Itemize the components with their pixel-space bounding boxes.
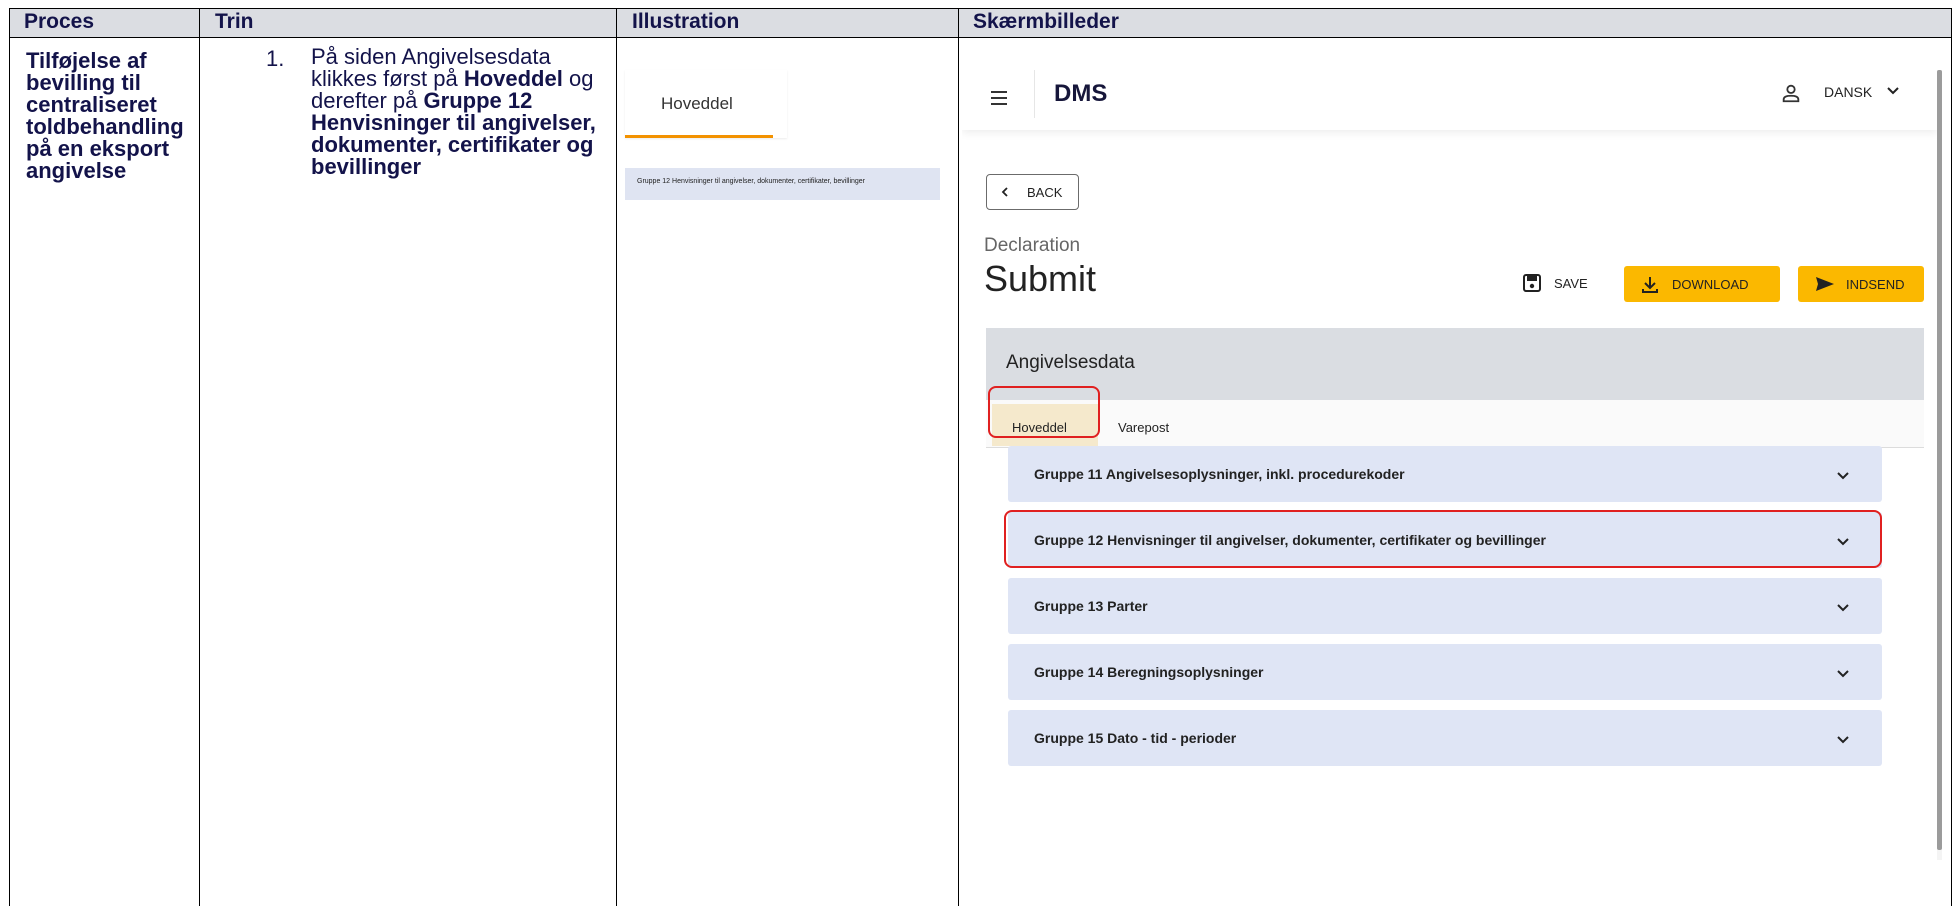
illustration-tab-label: Hoveddel: [661, 94, 733, 113]
back-button[interactable]: BACK: [986, 174, 1079, 210]
user-icon[interactable]: [1780, 82, 1802, 104]
column-divider-3: [958, 8, 959, 906]
save-icon: [1523, 274, 1541, 292]
table-border-top: [9, 8, 1952, 9]
save-label: SAVE: [1554, 276, 1588, 291]
save-button[interactable]: SAVE: [1514, 266, 1594, 300]
chevron-down-icon: [1837, 472, 1849, 480]
app-title: DMS: [1054, 80, 1108, 107]
dms-app-screenshot: DMS DANSK BACK Declaration Submit SAVE D…: [962, 70, 1942, 860]
step-number: 1.: [266, 46, 285, 71]
highlight-outline-hoveddel: [988, 386, 1100, 438]
column-divider-2: [616, 8, 617, 906]
chevron-down-icon: [1837, 736, 1849, 744]
chevron-down-icon[interactable]: [1886, 84, 1900, 98]
accordion-gruppe-11[interactable]: Gruppe 11 Angivelsesoplysninger, inkl. p…: [1008, 446, 1882, 502]
table-border-left: [9, 8, 10, 906]
chevron-left-icon: [1001, 187, 1008, 197]
download-icon: [1642, 277, 1658, 293]
accordion-label: Gruppe 14 Beregningsoplysninger: [1034, 664, 1264, 680]
illustration-hoveddel-tab: Hoveddel: [625, 70, 787, 138]
indsend-label: INDSEND: [1846, 277, 1905, 292]
page-title: Submit: [984, 258, 1097, 299]
accordion-gruppe-15[interactable]: Gruppe 15 Dato - tid - perioder: [1008, 710, 1882, 766]
chevron-down-icon: [1837, 670, 1849, 678]
menu-icon[interactable]: [988, 86, 1012, 110]
illustration-group-label: Gruppe 12 Henvisninger til angivelser, d…: [637, 178, 866, 185]
download-button[interactable]: DOWNLOAD: [1624, 266, 1780, 302]
header-proces: Proces: [24, 10, 95, 33]
header-skaermbilleder: Skærmbilleder: [973, 10, 1119, 33]
accordion-label: Gruppe 11 Angivelsesoplysninger, inkl. p…: [1034, 466, 1405, 482]
panel-header: Angivelsesdata: [986, 328, 1924, 400]
accordion-label: Gruppe 13 Parter: [1034, 598, 1148, 614]
column-divider-1: [199, 8, 200, 906]
app-header: DMS DANSK: [962, 70, 1937, 130]
download-label: DOWNLOAD: [1672, 277, 1749, 292]
scrollbar-thumb[interactable]: [1937, 70, 1942, 850]
accordion-gruppe-14[interactable]: Gruppe 14 Beregningsoplysninger: [1008, 644, 1882, 700]
header-illustration: Illustration: [632, 10, 740, 33]
header-divider: [1034, 70, 1035, 118]
illustration-group-12: Gruppe 12 Henvisninger til angivelser, d…: [625, 168, 940, 200]
header-trin: Trin: [215, 10, 254, 33]
send-icon: [1816, 277, 1834, 291]
chevron-down-icon: [1837, 604, 1849, 612]
tab-varepost[interactable]: Varepost: [1118, 420, 1169, 435]
back-label: BACK: [1027, 185, 1063, 200]
accordion-gruppe-13[interactable]: Gruppe 13 Parter: [1008, 578, 1882, 634]
declaration-label: Declaration: [984, 235, 1081, 256]
angivelsesdata-panel: Angivelsesdata Hoveddel Varepost Gruppe …: [986, 328, 1924, 860]
table-header-divider: [9, 37, 1952, 38]
language-selector[interactable]: DANSK: [1824, 84, 1872, 100]
step-instruction: På siden Angivelsesdata klikkes først på…: [311, 46, 601, 178]
accordion-label: Gruppe 15 Dato - tid - perioder: [1034, 730, 1237, 746]
highlight-outline-gruppe-12: [1004, 510, 1882, 568]
tabs-bar: Hoveddel Varepost: [986, 400, 1924, 448]
indsend-button[interactable]: INDSEND: [1798, 266, 1924, 302]
panel-title: Angivelsesdata: [1006, 352, 1135, 373]
illustration-tab-underline: [625, 135, 773, 138]
proces-description: Tilføjelse af bevilling til centralisere…: [26, 48, 184, 183]
